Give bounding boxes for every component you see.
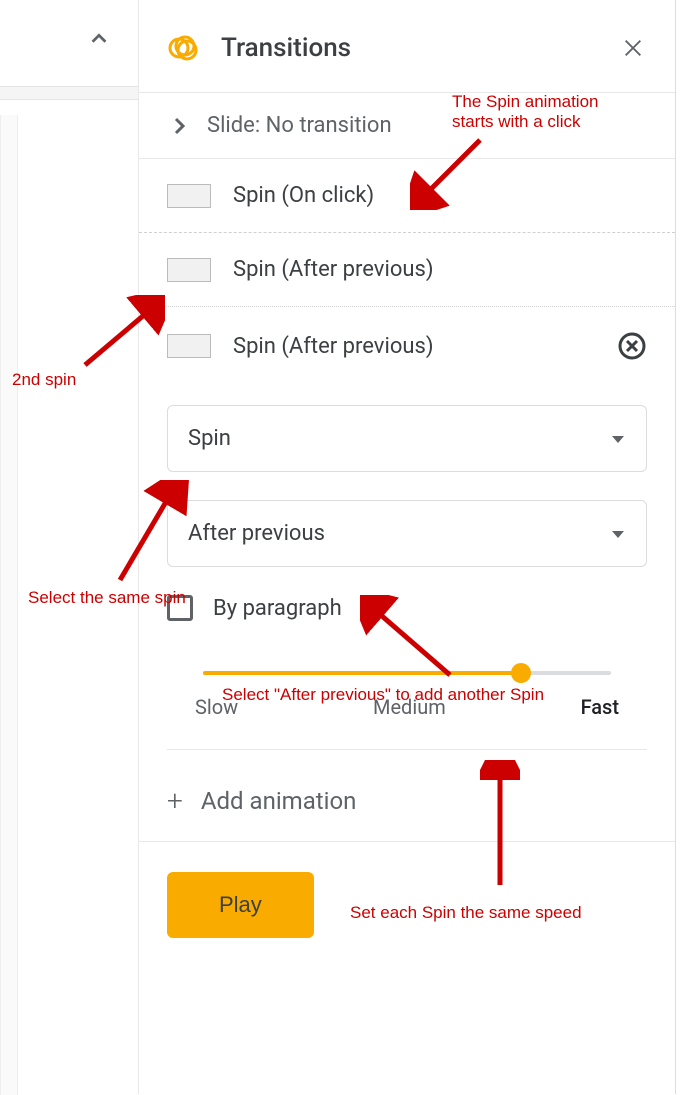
panel-header: Transitions	[139, 0, 675, 93]
animation-row-1[interactable]: Spin (On click)	[139, 159, 675, 233]
plus-icon: +	[167, 784, 183, 817]
speed-slider-thumb[interactable]	[511, 663, 531, 683]
animation-thumb	[167, 184, 211, 208]
divider	[167, 749, 647, 750]
left-toolbar-strip	[0, 86, 138, 100]
panel-title: Transitions	[221, 33, 619, 63]
speed-slider[interactable]	[167, 671, 647, 675]
close-button[interactable]	[619, 34, 647, 62]
animation-thumb	[167, 258, 211, 282]
animation-thumb	[167, 334, 211, 358]
speed-slow-label: Slow	[195, 695, 238, 719]
play-button[interactable]: Play	[167, 872, 314, 938]
animation-type-select[interactable]: Spin	[167, 405, 647, 472]
animation-label: Spin (After previous)	[233, 257, 647, 282]
transitions-icon	[167, 32, 199, 64]
caret-down-icon	[610, 526, 626, 542]
chevron-right-icon	[167, 114, 191, 138]
animation-label: Spin (After previous)	[233, 334, 617, 359]
left-sidebar-strip	[0, 115, 18, 1095]
by-paragraph-label: By paragraph	[213, 596, 342, 621]
slide-transition-label: Slide: No transition	[207, 113, 392, 138]
animation-row-2[interactable]: Spin (After previous)	[139, 233, 675, 307]
speed-medium-label: Medium	[373, 695, 446, 719]
animation-editor: Spin After previous By paragraph Slow Me…	[139, 385, 675, 760]
speed-slider-fill	[203, 671, 521, 675]
speed-fast-label: Fast	[581, 695, 619, 719]
animation-trigger-select[interactable]: After previous	[167, 500, 647, 567]
animation-type-value: Spin	[188, 426, 610, 451]
animation-row-3[interactable]: Spin (After previous)	[139, 307, 675, 385]
transitions-panel: Transitions Slide: No transition Spin (O…	[138, 0, 676, 1094]
slide-transition-row[interactable]: Slide: No transition	[139, 93, 675, 159]
by-paragraph-row: By paragraph	[167, 595, 647, 621]
add-animation-label: Add animation	[201, 787, 357, 815]
collapse-panel-button[interactable]	[85, 25, 113, 53]
speed-labels: Slow Medium Fast	[167, 695, 647, 719]
animation-label: Spin (On click)	[233, 183, 647, 208]
add-animation-button[interactable]: + Add animation	[139, 760, 675, 842]
remove-animation-button[interactable]	[617, 331, 647, 361]
animation-trigger-value: After previous	[188, 521, 610, 546]
caret-down-icon	[610, 431, 626, 447]
by-paragraph-checkbox[interactable]	[167, 595, 193, 621]
